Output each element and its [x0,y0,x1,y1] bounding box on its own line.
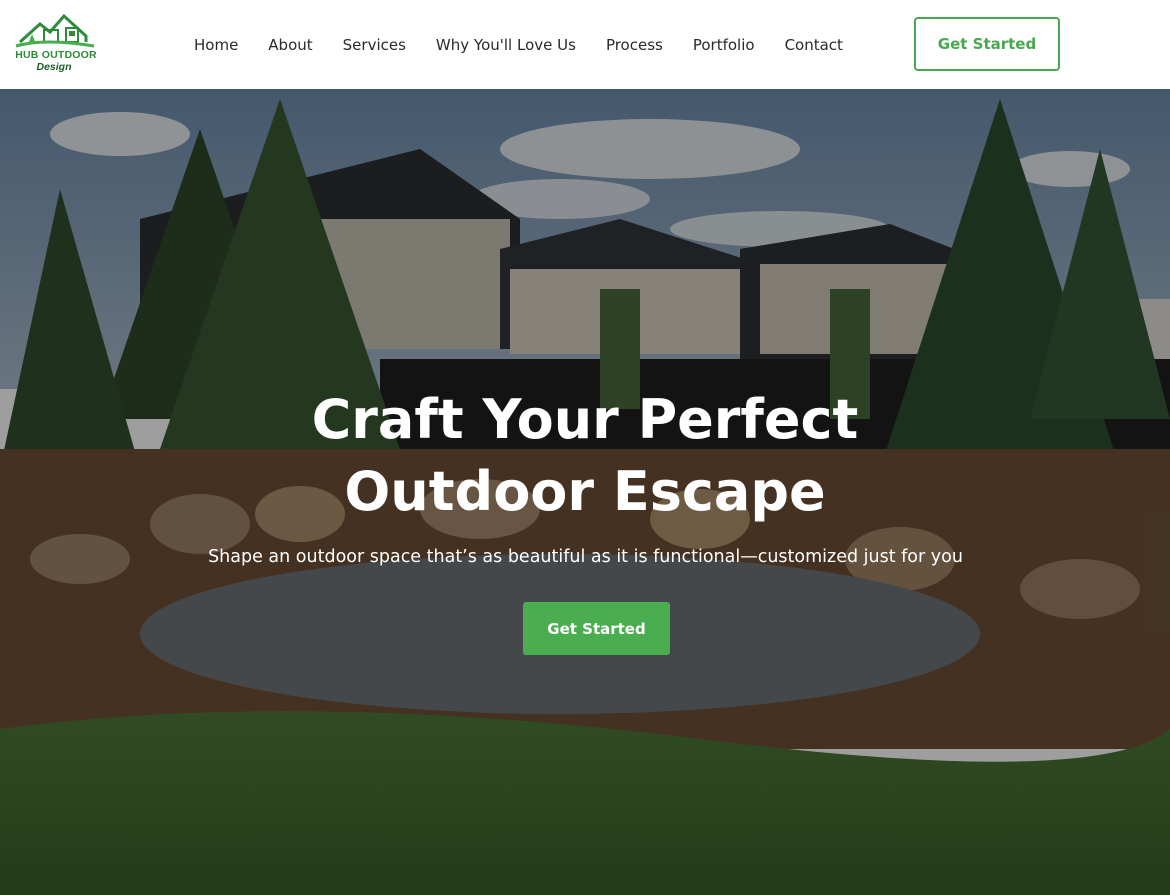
nav-services[interactable]: Services [343,35,406,55]
nav-portfolio[interactable]: Portfolio [693,35,755,55]
main-nav: Home About Services Why You'll Love Us P… [194,35,873,55]
hero-section: Craft Your Perfect Outdoor Escape Shape … [0,89,1170,895]
site-header: HUB OUTDOOR Design Home About Services W… [0,0,1170,89]
hero-subtitle: Shape an outdoor space that’s as beautif… [208,547,963,567]
hero-get-started-button[interactable]: Get Started [523,602,670,655]
hero-title: Craft Your Perfect Outdoor Escape [311,388,859,523]
nav-contact[interactable]: Contact [785,35,843,55]
nav-process[interactable]: Process [606,35,663,55]
nav-home[interactable]: Home [194,35,238,55]
brand-name: HUB OUTDOOR [15,49,97,61]
brand-logo[interactable]: HUB OUTDOOR Design [14,12,98,74]
nav-why-love-us[interactable]: Why You'll Love Us [436,35,576,55]
house-icon [15,13,95,48]
brand-tagline: Design [36,61,72,73]
header-get-started-button[interactable]: Get Started [914,17,1060,71]
nav-about[interactable]: About [268,35,312,55]
